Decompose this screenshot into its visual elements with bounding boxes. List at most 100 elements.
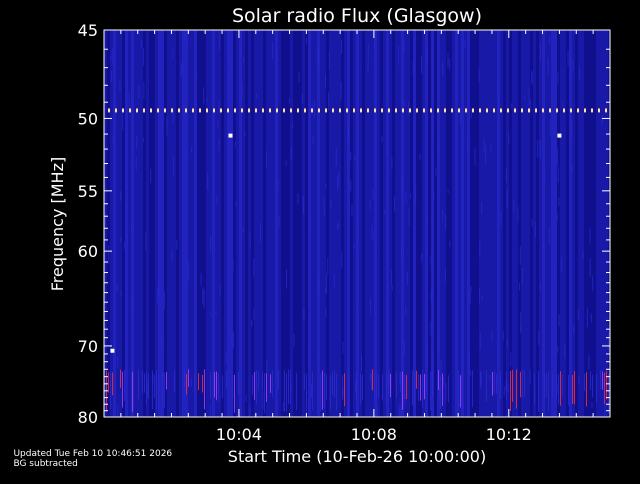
heatmap-column xyxy=(404,30,407,417)
heatmap-column xyxy=(416,30,419,417)
band-streak xyxy=(516,369,517,409)
heatmap-streak xyxy=(371,224,373,241)
band-streak xyxy=(186,373,187,395)
interference-dot-core xyxy=(430,109,432,112)
heatmap-streak xyxy=(218,30,220,50)
heatmap-column xyxy=(122,30,125,417)
spectrogram-chart: 45 50 55 60 70 80 10:04 10:08 10:12 Solar radio … xyxy=(0,0,640,480)
heatmap-streak xyxy=(244,131,246,137)
heatmap-column xyxy=(458,30,461,417)
heatmap-streak xyxy=(485,145,487,164)
interference-dot-core xyxy=(276,109,278,112)
heatmap-streak xyxy=(500,210,502,226)
heatmap-column xyxy=(371,30,374,417)
band-streak xyxy=(284,370,285,412)
heatmap-streak xyxy=(479,287,481,304)
heatmap-streak xyxy=(240,46,242,57)
heatmap-column xyxy=(356,30,359,417)
heatmap-streak xyxy=(506,339,508,348)
heatmap-streak xyxy=(336,224,338,231)
heatmap-column xyxy=(452,30,455,417)
band-streak xyxy=(400,371,401,392)
heatmap-streak xyxy=(241,82,243,100)
heatmap-column xyxy=(158,30,161,417)
heatmap-column xyxy=(344,30,347,417)
heatmap-streak xyxy=(479,240,481,258)
band-streak xyxy=(506,372,507,401)
interference-dot-core xyxy=(150,109,152,112)
heatmap-streak xyxy=(391,285,393,291)
band-streak xyxy=(238,371,239,395)
heatmap-streak xyxy=(289,97,291,104)
heatmap-streak xyxy=(249,232,251,249)
heatmap-streak xyxy=(110,55,112,61)
heatmap-streak xyxy=(348,129,350,142)
interference-dot-core xyxy=(528,109,530,112)
heatmap-streak xyxy=(445,382,447,402)
heatmap-column xyxy=(179,30,182,417)
heatmap-streak xyxy=(400,408,402,417)
band-streak xyxy=(430,371,431,411)
heatmap-streak xyxy=(547,58,549,76)
heatmap-streak xyxy=(306,38,308,45)
heatmap-streak xyxy=(194,98,196,105)
heatmap-column xyxy=(275,30,278,417)
heatmap-streak xyxy=(140,39,142,49)
interference-dot-core xyxy=(143,109,145,112)
heatmap-column xyxy=(149,30,152,417)
heatmap-streak xyxy=(318,46,320,67)
heatmap-streak xyxy=(442,62,444,75)
heatmap-streak xyxy=(190,377,192,387)
heatmap-column xyxy=(281,30,284,417)
heatmap-column xyxy=(290,30,293,417)
heatmap-column xyxy=(572,30,575,417)
heatmap-column xyxy=(584,30,587,417)
heatmap-streak xyxy=(117,405,119,417)
band-streak xyxy=(480,371,481,389)
heatmap-streak xyxy=(530,99,532,113)
heatmap-streak xyxy=(370,374,372,390)
heatmap-column xyxy=(602,30,605,417)
heatmap-streak xyxy=(171,250,173,261)
band-streak xyxy=(562,374,563,395)
band-streak xyxy=(174,370,175,392)
band-streak xyxy=(342,375,343,400)
y-tick-label: 55 xyxy=(78,182,98,201)
heatmap-streak xyxy=(120,236,122,243)
heatmap-streak xyxy=(232,332,234,349)
interference-dot-core xyxy=(220,109,222,112)
interference-dot-core xyxy=(206,109,208,112)
heatmap-column xyxy=(113,30,116,417)
heatmap-column xyxy=(410,30,413,417)
band-streak xyxy=(538,371,539,412)
heatmap-column xyxy=(368,30,371,417)
heatmap-streak xyxy=(262,391,264,410)
heatmap-column xyxy=(434,30,437,417)
heatmap-streak xyxy=(235,201,237,206)
heatmap-streak xyxy=(491,332,493,342)
heatmap-column xyxy=(161,30,164,417)
interference-dot-core xyxy=(374,109,376,112)
heatmap-streak xyxy=(325,287,327,293)
heatmap-streak xyxy=(481,201,483,215)
interference-dot-core xyxy=(171,109,173,112)
heatmap-column xyxy=(566,30,569,417)
heatmap-column xyxy=(461,30,464,417)
heatmap-column xyxy=(362,30,365,417)
heatmap-column xyxy=(314,30,317,417)
heatmap-streak xyxy=(215,310,217,316)
heatmap-streak xyxy=(293,333,295,347)
interference-dot-core xyxy=(437,109,439,112)
heatmap-column xyxy=(206,30,209,417)
heatmap-streak xyxy=(202,286,204,305)
band-streak xyxy=(388,371,389,395)
heatmap-column xyxy=(269,30,272,417)
heatmap-streak xyxy=(327,258,329,275)
interference-dot-core xyxy=(290,109,292,112)
x-tick-label: 10:04 xyxy=(216,425,262,444)
interference-dot-core xyxy=(178,109,180,112)
band-streak xyxy=(322,370,323,410)
interference-dot-core xyxy=(122,109,124,112)
heatmap-streak xyxy=(438,333,440,352)
heatmap-column xyxy=(476,30,479,417)
